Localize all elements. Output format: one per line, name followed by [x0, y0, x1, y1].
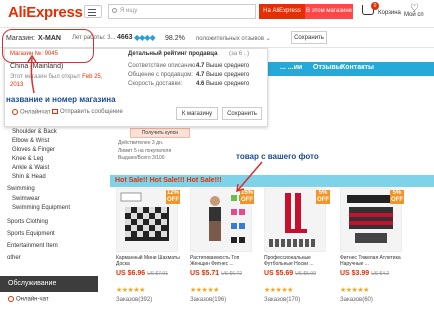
- product-old-price: US $7.91: [147, 271, 168, 277]
- rating-row-value: 4.7 Выше среднего: [196, 72, 249, 78]
- product-price-value: US $3.99: [340, 270, 370, 277]
- rating-row-value: 4.7 Выше среднего: [196, 63, 249, 69]
- store-rating-number: 4663: [117, 34, 133, 41]
- rating-note: Выше среднего: [206, 81, 250, 87]
- cart-label[interactable]: Корзина: [378, 10, 401, 16]
- get-coupon-button[interactable]: Получить купон: [130, 128, 190, 138]
- star-rating-icon: ★★★★★: [264, 287, 293, 294]
- go-to-store-button[interactable]: К магазину: [176, 107, 218, 120]
- diamond-rating-icon: ◆◆◆◆: [134, 33, 156, 42]
- detailed-rating-title: Детальный рейтинг продавца: [128, 51, 218, 57]
- product-orders: Заказов(60): [340, 297, 373, 303]
- star-rating-icon: ★★★★★: [340, 287, 369, 294]
- sidebar-section-entertainment[interactable]: Entertainment Item: [7, 243, 58, 249]
- envelope-icon: [52, 109, 58, 114]
- product-title[interactable]: Растягиваемость Топ Женщин Фитнес ...: [190, 255, 258, 267]
- chat-icon: [12, 109, 18, 115]
- store-opened-text: Этот магазин был открыт Feb 25, 2013: [10, 73, 106, 89]
- rating-row-value: 4.6 Выше среднего: [196, 81, 249, 87]
- sidebar-section-other[interactable]: other: [7, 255, 21, 261]
- product-price: US $6.96 US $7.91: [116, 270, 168, 277]
- store-country: China (Mainland): [10, 63, 64, 70]
- aliexpress-logo[interactable]: AliExpress: [8, 4, 83, 21]
- sidebar-item[interactable]: Elbow & Wrist: [12, 138, 49, 144]
- positive-feedback-percent: 98.2%: [165, 35, 185, 42]
- cart-count-badge: 0: [371, 2, 379, 10]
- send-message-button[interactable]: Отправить сообщение: [52, 109, 123, 115]
- coupon-issued: Выдано/Всего 3/100: [118, 155, 165, 161]
- discount-badge: 5% OFF: [390, 190, 404, 204]
- search-in-store-button[interactable]: В этом магазине: [305, 4, 353, 19]
- rating-row-label: Соответствие описанию:: [128, 63, 197, 69]
- search-aliexpress-button[interactable]: На AliExpress: [259, 4, 305, 19]
- photo-product-annotation: товар с вашего фото: [236, 152, 319, 161]
- detailed-rating-period: (за 6 ..): [229, 51, 250, 57]
- star-rating-icon: ★★★★★: [116, 287, 145, 294]
- save-store-popup-button[interactable]: Сохранить: [222, 107, 262, 120]
- product-price-value: US $5.71: [190, 270, 220, 277]
- sidebar-item[interactable]: Ankle & Waist: [12, 165, 49, 171]
- product-old-price: US $5.99: [295, 271, 316, 277]
- menu-icon-line: [88, 12, 96, 13]
- sidebar-section-sports-equipment[interactable]: Sports Equipment: [7, 231, 55, 237]
- product-price: US $3.99 US $4.2: [340, 270, 389, 277]
- sidebar-item[interactable]: Swimwear: [12, 196, 40, 202]
- service-title: Обслуживание: [0, 276, 98, 292]
- coupon-validity: Действителен 3 дн.: [118, 140, 164, 146]
- hot-sale-title: Hot Sale!! Hot Sale!!! Hot Sale!!!: [115, 177, 222, 184]
- discount-badge: 15% OFF: [240, 190, 254, 204]
- online-chat-label: Онлайн-чат: [16, 296, 49, 303]
- product-orders: Заказов(170): [264, 297, 301, 303]
- product-old-price: US $6.72: [221, 271, 242, 277]
- save-store-button[interactable]: Сохранить: [291, 31, 327, 44]
- product-price: US $5.69 US $5.99: [264, 270, 316, 277]
- online-chat-button[interactable]: Онлайнчат: [12, 109, 51, 116]
- rating-row-label: Скорость доставки:: [128, 81, 183, 87]
- sidebar-item[interactable]: Shoulder & Back: [12, 129, 57, 135]
- product-price-value: US $6.96: [116, 270, 146, 277]
- star-rating-icon: ★★★★★: [190, 287, 219, 294]
- product-title[interactable]: Карманный Мини Шахматы Доска: [116, 255, 184, 267]
- sidebar-item[interactable]: Gloves & Finger: [12, 147, 55, 153]
- positive-feedback-dropdown[interactable]: положительных отзывов ⌄: [196, 35, 271, 42]
- product-title[interactable]: Фитнес Тяжелая Атлетика Наручные ...: [340, 255, 408, 267]
- search-input[interactable]: Я ищу: [108, 4, 256, 19]
- rating-row-label: Общение с продавцом:: [128, 72, 193, 78]
- store-opened-label: Этот магазин был открыт: [10, 74, 81, 80]
- chat-icon: [8, 296, 14, 302]
- sidebar-item[interactable]: Knee & Leg: [12, 156, 43, 162]
- send-message-label: Отправить сообщение: [60, 109, 123, 116]
- product-title[interactable]: Профессиональные Футбольные Носки ...: [264, 255, 332, 267]
- rating-value: 4.7: [196, 72, 205, 78]
- rating-note: Выше среднего: [206, 72, 250, 78]
- sidebar-item[interactable]: Shin & Head: [12, 174, 46, 180]
- menu-icon: [88, 9, 96, 10]
- rating-value: 4.7: [196, 63, 205, 69]
- sidebar-section-sports-clothing[interactable]: Sports Clothing: [7, 219, 48, 225]
- sidebar-item[interactable]: Swimming Equipment: [12, 205, 70, 211]
- product-price-value: US $5.69: [264, 270, 294, 277]
- online-chat-link[interactable]: Онлайн-чат: [8, 296, 49, 303]
- wishlist-label[interactable]: Мой сп: [404, 12, 424, 18]
- rating-note: Выше среднего: [206, 63, 250, 69]
- nav-item-contacts[interactable]: Контакты: [341, 64, 374, 71]
- product-old-price: US $4.2: [371, 271, 390, 277]
- sidebar-section-swimming[interactable]: Swimming: [7, 186, 35, 192]
- product-price: US $5.71 US $6.72: [190, 270, 242, 277]
- store-name-annotation: название и номер магазина: [6, 95, 116, 104]
- discount-badge: 5% OFF: [316, 190, 330, 204]
- menu-icon-line: [88, 15, 96, 16]
- search-icon: [112, 8, 117, 13]
- store-name-highlight-circle: [2, 29, 94, 63]
- product-orders: Заказов(196): [190, 297, 227, 303]
- coupon-limit: Лимит 5 на покупателя: [118, 148, 172, 154]
- categories-menu-button[interactable]: [84, 5, 102, 18]
- nav-item-reviews[interactable]: Отзывы: [313, 64, 342, 71]
- nav-item-categories[interactable]: ... ...ии: [280, 64, 302, 71]
- search-placeholder: Я ищу: [120, 8, 138, 14]
- rating-value: 4.6: [196, 81, 205, 87]
- product-orders: Заказов(392): [116, 297, 153, 303]
- discount-badge: 12% OFF: [166, 190, 180, 204]
- online-chat-button-label: Онлайнчат: [20, 109, 51, 116]
